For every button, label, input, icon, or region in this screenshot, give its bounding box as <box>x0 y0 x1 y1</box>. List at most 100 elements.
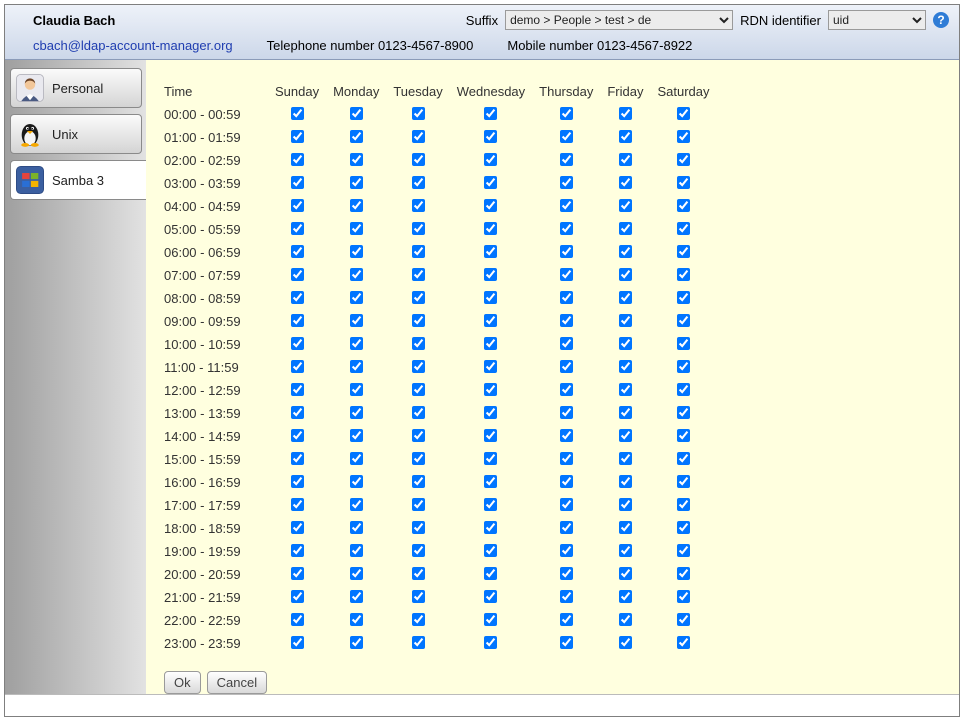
slot-checkbox[interactable] <box>484 153 497 166</box>
slot-checkbox[interactable] <box>412 360 425 373</box>
slot-checkbox[interactable] <box>350 107 363 120</box>
slot-checkbox[interactable] <box>677 199 690 212</box>
slot-checkbox[interactable] <box>412 245 425 258</box>
slot-checkbox[interactable] <box>291 544 304 557</box>
slot-checkbox[interactable] <box>677 222 690 235</box>
slot-checkbox[interactable] <box>350 590 363 603</box>
slot-checkbox[interactable] <box>619 590 632 603</box>
slot-checkbox[interactable] <box>484 176 497 189</box>
slot-checkbox[interactable] <box>484 613 497 626</box>
slot-checkbox[interactable] <box>350 153 363 166</box>
slot-checkbox[interactable] <box>560 590 573 603</box>
slot-checkbox[interactable] <box>291 636 304 649</box>
slot-checkbox[interactable] <box>412 153 425 166</box>
ok-button[interactable]: Ok <box>164 671 201 694</box>
slot-checkbox[interactable] <box>350 429 363 442</box>
slot-checkbox[interactable] <box>619 498 632 511</box>
slot-checkbox[interactable] <box>677 590 690 603</box>
slot-checkbox[interactable] <box>484 268 497 281</box>
slot-checkbox[interactable] <box>291 199 304 212</box>
slot-checkbox[interactable] <box>619 245 632 258</box>
slot-checkbox[interactable] <box>350 268 363 281</box>
slot-checkbox[interactable] <box>560 268 573 281</box>
slot-checkbox[interactable] <box>291 406 304 419</box>
slot-checkbox[interactable] <box>677 498 690 511</box>
slot-checkbox[interactable] <box>560 498 573 511</box>
slot-checkbox[interactable] <box>677 130 690 143</box>
slot-checkbox[interactable] <box>560 406 573 419</box>
slot-checkbox[interactable] <box>677 314 690 327</box>
slot-checkbox[interactable] <box>619 268 632 281</box>
slot-checkbox[interactable] <box>560 107 573 120</box>
slot-checkbox[interactable] <box>619 406 632 419</box>
slot-checkbox[interactable] <box>560 360 573 373</box>
slot-checkbox[interactable] <box>677 429 690 442</box>
slot-checkbox[interactable] <box>350 636 363 649</box>
slot-checkbox[interactable] <box>412 452 425 465</box>
slot-checkbox[interactable] <box>484 452 497 465</box>
slot-checkbox[interactable] <box>350 613 363 626</box>
slot-checkbox[interactable] <box>619 475 632 488</box>
slot-checkbox[interactable] <box>484 475 497 488</box>
slot-checkbox[interactable] <box>412 498 425 511</box>
slot-checkbox[interactable] <box>484 544 497 557</box>
slot-checkbox[interactable] <box>484 498 497 511</box>
slot-checkbox[interactable] <box>484 222 497 235</box>
slot-checkbox[interactable] <box>484 406 497 419</box>
slot-checkbox[interactable] <box>677 360 690 373</box>
slot-checkbox[interactable] <box>412 406 425 419</box>
slot-checkbox[interactable] <box>484 291 497 304</box>
slot-checkbox[interactable] <box>291 452 304 465</box>
slot-checkbox[interactable] <box>291 498 304 511</box>
slot-checkbox[interactable] <box>484 314 497 327</box>
slot-checkbox[interactable] <box>291 291 304 304</box>
slot-checkbox[interactable] <box>619 199 632 212</box>
slot-checkbox[interactable] <box>619 613 632 626</box>
slot-checkbox[interactable] <box>677 475 690 488</box>
slot-checkbox[interactable] <box>619 360 632 373</box>
slot-checkbox[interactable] <box>291 590 304 603</box>
slot-checkbox[interactable] <box>291 268 304 281</box>
slot-checkbox[interactable] <box>350 452 363 465</box>
slot-checkbox[interactable] <box>560 314 573 327</box>
slot-checkbox[interactable] <box>412 268 425 281</box>
slot-checkbox[interactable] <box>350 337 363 350</box>
slot-checkbox[interactable] <box>291 222 304 235</box>
slot-checkbox[interactable] <box>350 567 363 580</box>
slot-checkbox[interactable] <box>677 153 690 166</box>
slot-checkbox[interactable] <box>560 130 573 143</box>
slot-checkbox[interactable] <box>484 199 497 212</box>
slot-checkbox[interactable] <box>677 452 690 465</box>
slot-checkbox[interactable] <box>412 383 425 396</box>
slot-checkbox[interactable] <box>412 337 425 350</box>
slot-checkbox[interactable] <box>350 521 363 534</box>
slot-checkbox[interactable] <box>619 567 632 580</box>
slot-checkbox[interactable] <box>291 383 304 396</box>
slot-checkbox[interactable] <box>560 153 573 166</box>
slot-checkbox[interactable] <box>350 475 363 488</box>
slot-checkbox[interactable] <box>484 429 497 442</box>
sidebar-tab-samba3[interactable]: Samba 3 <box>10 160 146 200</box>
slot-checkbox[interactable] <box>412 544 425 557</box>
slot-checkbox[interactable] <box>484 383 497 396</box>
slot-checkbox[interactable] <box>412 636 425 649</box>
slot-checkbox[interactable] <box>560 245 573 258</box>
slot-checkbox[interactable] <box>560 383 573 396</box>
slot-checkbox[interactable] <box>560 291 573 304</box>
slot-checkbox[interactable] <box>291 521 304 534</box>
slot-checkbox[interactable] <box>484 567 497 580</box>
slot-checkbox[interactable] <box>291 360 304 373</box>
slot-checkbox[interactable] <box>350 314 363 327</box>
slot-checkbox[interactable] <box>677 406 690 419</box>
slot-checkbox[interactable] <box>350 544 363 557</box>
slot-checkbox[interactable] <box>291 475 304 488</box>
slot-checkbox[interactable] <box>412 429 425 442</box>
cancel-button[interactable]: Cancel <box>207 671 267 694</box>
slot-checkbox[interactable] <box>677 383 690 396</box>
slot-checkbox[interactable] <box>291 153 304 166</box>
slot-checkbox[interactable] <box>350 199 363 212</box>
rdn-identifier-select[interactable]: uid <box>828 10 926 30</box>
slot-checkbox[interactable] <box>677 245 690 258</box>
slot-checkbox[interactable] <box>291 429 304 442</box>
slot-checkbox[interactable] <box>619 107 632 120</box>
